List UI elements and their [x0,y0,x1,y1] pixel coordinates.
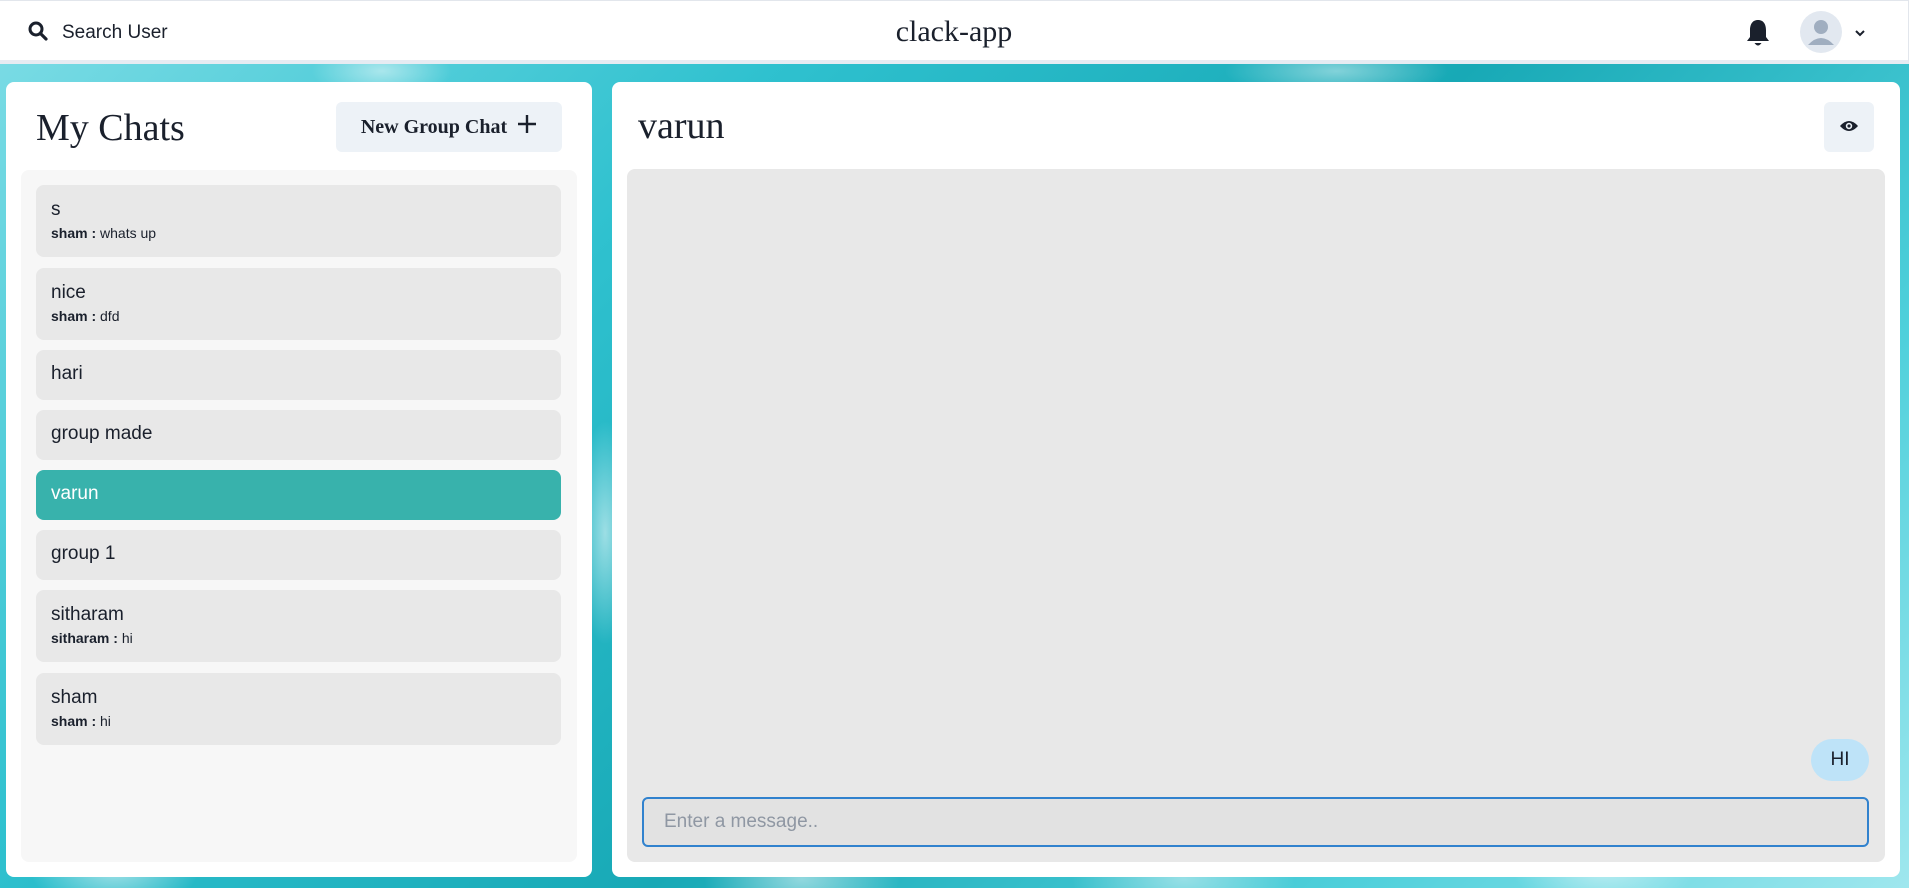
new-group-chat-label: New Group Chat [360,115,508,138]
avatar-icon [1800,11,1842,53]
chat-name: hari [51,363,83,384]
chat-message: whats up [100,225,157,241]
chat-message: hi [100,713,111,729]
chat-name: sham [51,687,98,708]
chat-list: s sham : whats up nice sham : dfd hari g… [21,170,577,862]
my-chats-title: My Chats [36,107,185,149]
my-chats-panel: My Chats New Group Chat s sham : whats u… [6,82,592,877]
chat-preview: sham : whats up [51,225,561,241]
chat-preview: sham : hi [51,713,561,729]
chat-name: nice [51,282,86,303]
bell-icon[interactable] [1745,18,1771,48]
chat-message: hi [121,630,133,646]
conversation-title: varun [638,105,725,147]
view-profile-button[interactable] [1824,102,1874,152]
chevron-down-icon [1854,23,1866,42]
chat-item-sitharam[interactable]: sitharam sitharam : hi [36,590,561,662]
chat-name: sitharam [51,604,124,625]
chat-name: group 1 [51,543,116,564]
conversation-panel: varun HI [612,82,1900,877]
chats-header: My Chats New Group Chat [36,102,562,152]
chat-name: s [51,199,61,220]
profile-menu-button[interactable] [1800,11,1866,53]
message-bubble: HI [1811,739,1869,781]
plus-icon [517,114,537,140]
chat-item-varun[interactable]: varun [36,470,561,520]
chat-name: varun [51,483,99,504]
messages-area: HI [627,169,1885,862]
chat-preview: sham : dfd [51,308,561,324]
top-bar: Search User clack-app [0,0,1909,64]
chat-sender: sham : [51,713,97,729]
chat-sender: sitharam : [51,630,118,646]
chat-preview: sitharam : hi [51,630,561,646]
new-group-chat-button[interactable]: New Group Chat [336,102,562,152]
chat-item-s[interactable]: s sham : whats up [36,185,561,257]
chat-sender: sham : [51,308,97,324]
eye-icon [1839,118,1859,137]
chat-item-nice[interactable]: nice sham : dfd [36,268,561,340]
chat-message: dfd [100,308,120,324]
message-input[interactable] [642,797,1869,847]
chat-sender: sham : [51,225,97,241]
chat-item-sham[interactable]: sham sham : hi [36,673,561,745]
chat-item-group-made[interactable]: group made [36,410,561,460]
app-title: clack-app [895,15,1013,48]
chat-name: group made [51,423,153,444]
chat-item-hari[interactable]: hari [36,350,561,400]
chat-item-group-1[interactable]: group 1 [36,530,561,580]
